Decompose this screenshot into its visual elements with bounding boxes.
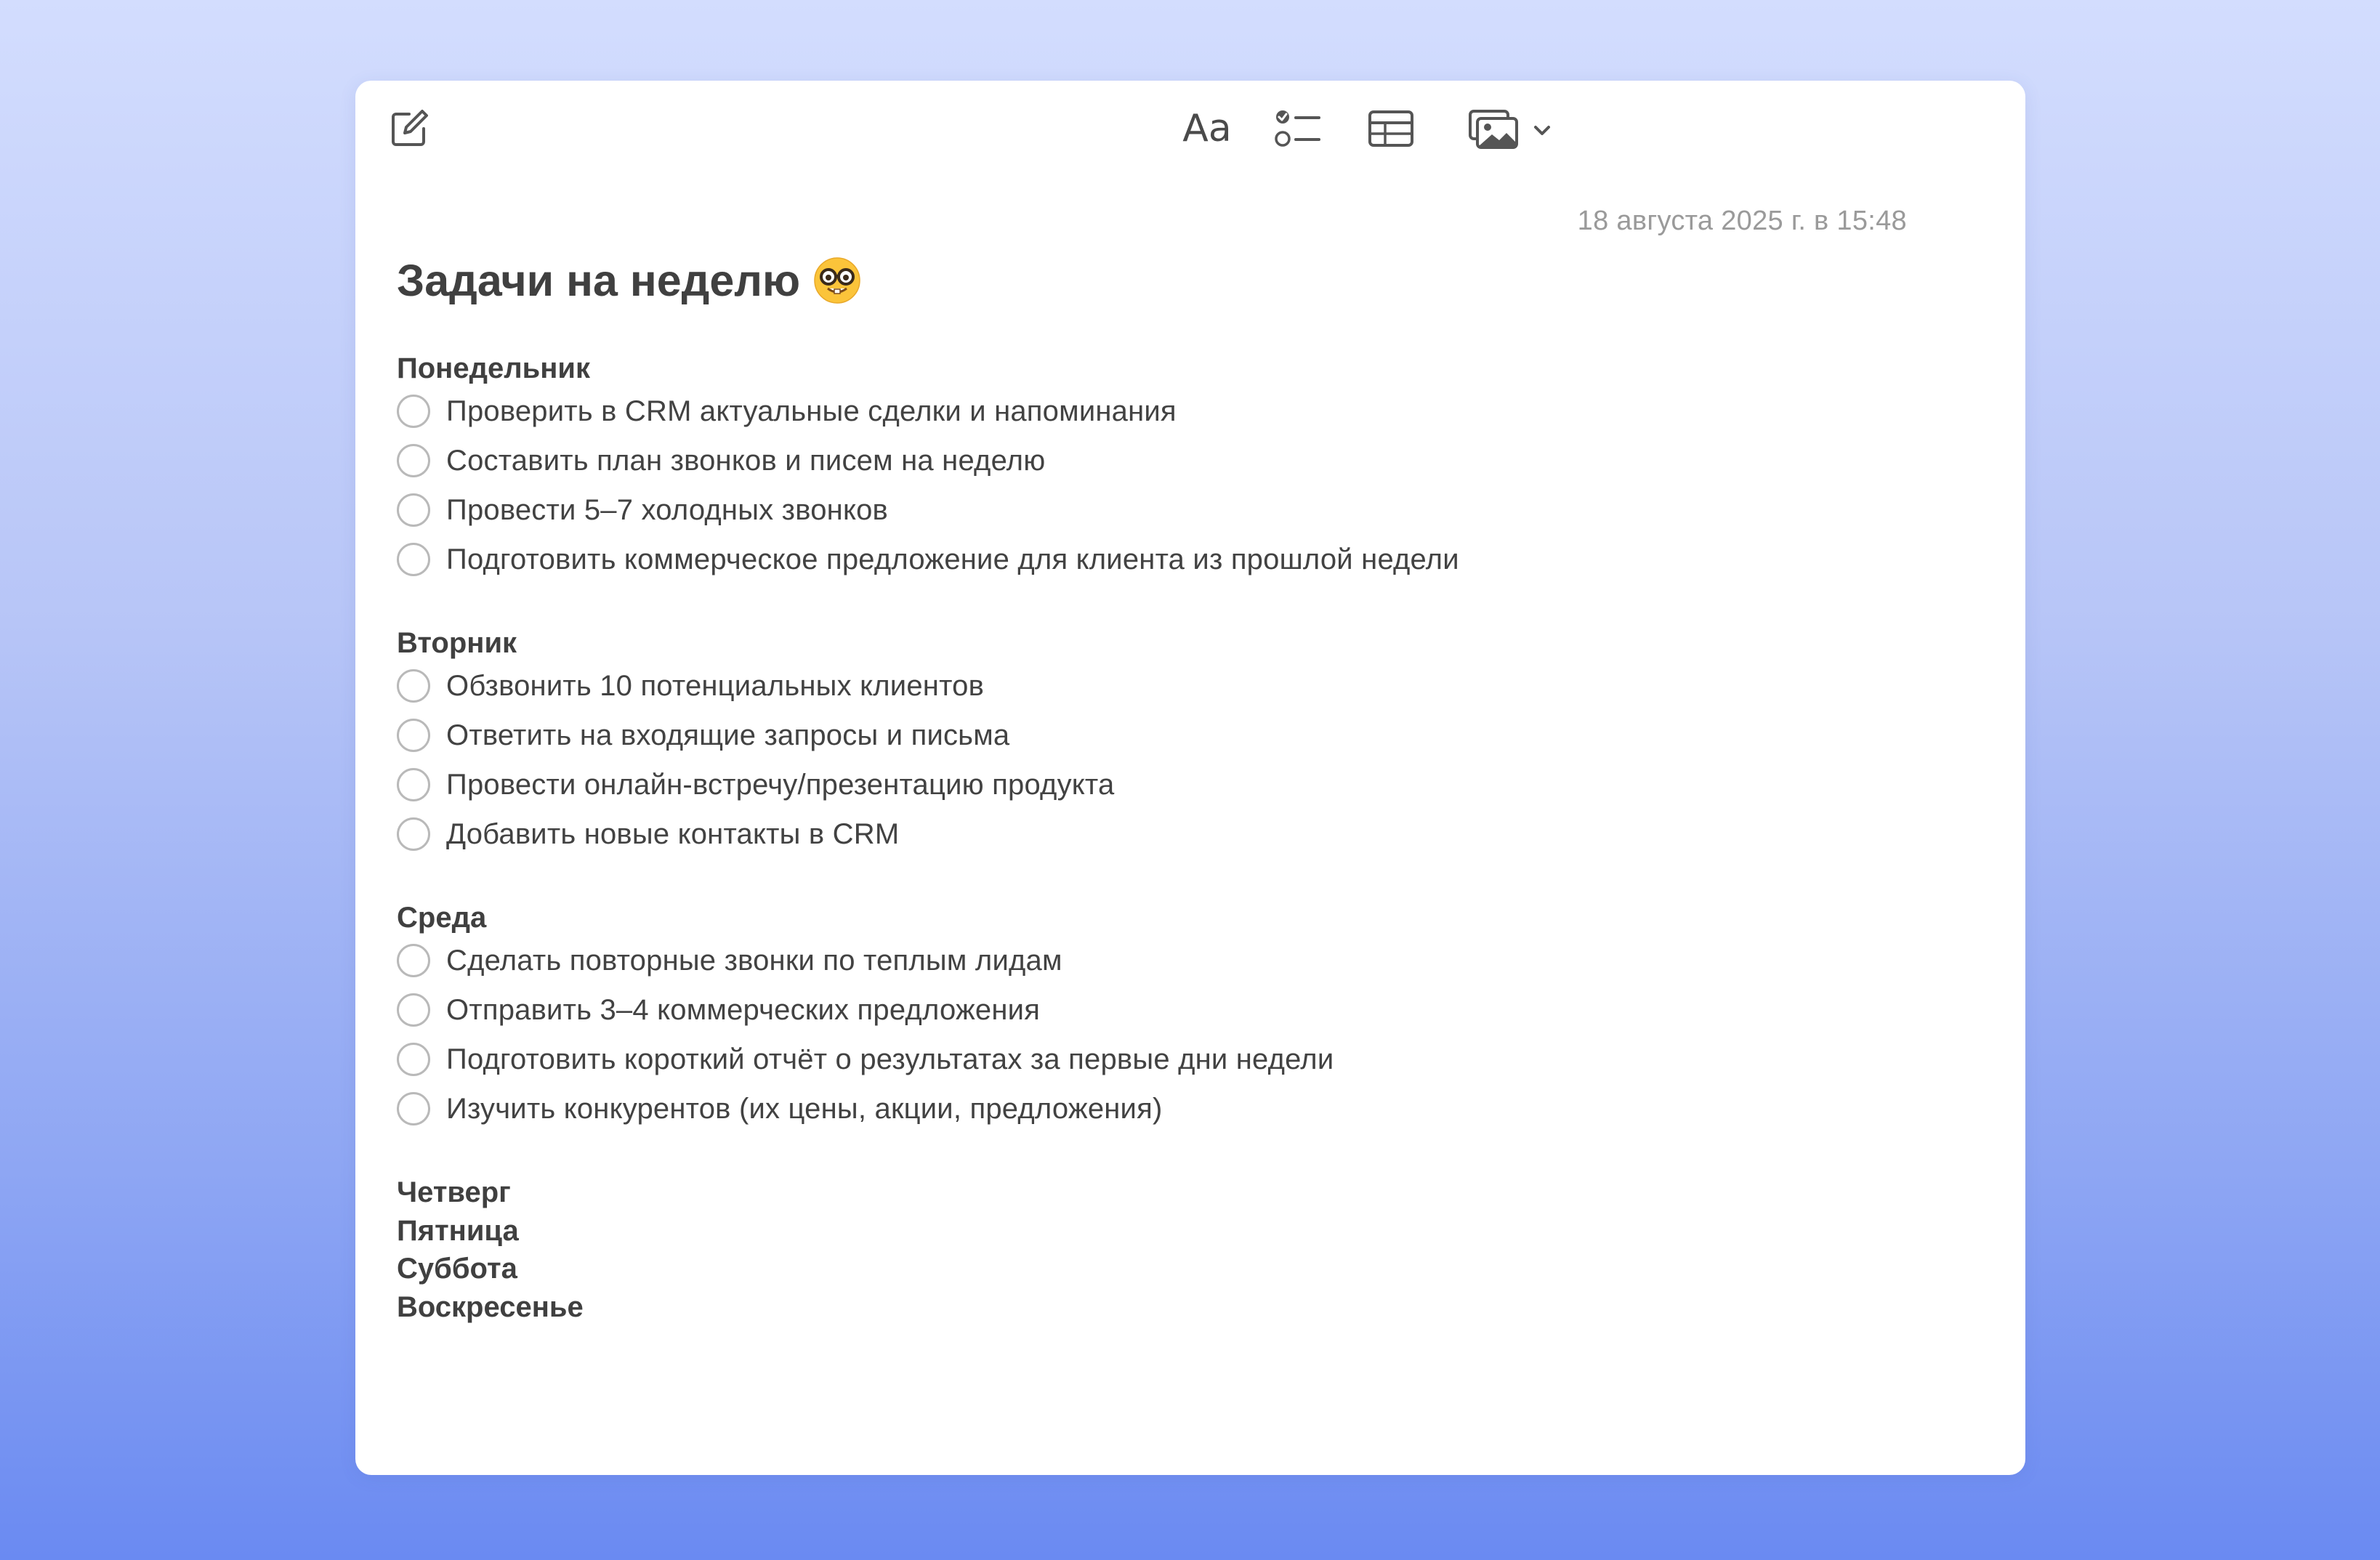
day-heading-sunday[interactable]: Воскресенье	[397, 1288, 584, 1326]
checkbox[interactable]	[397, 719, 430, 752]
checkbox[interactable]	[397, 395, 430, 428]
checkbox[interactable]	[397, 817, 430, 851]
task-text: Сделать повторные звонки по теплым лидам	[446, 944, 1062, 977]
checkbox[interactable]	[397, 1092, 430, 1125]
note-window: Aa 18 августа 2025 г. в 15:48 Задачи на …	[355, 81, 2025, 1475]
checkbox[interactable]	[397, 993, 430, 1027]
checkbox[interactable]	[397, 669, 430, 703]
note-title[interactable]: Задачи на неделю	[397, 255, 861, 306]
day-heading-wednesday[interactable]: Среда	[397, 899, 486, 937]
task-text: Провести 5–7 холодных звонков	[446, 493, 889, 526]
media-button[interactable]	[1467, 105, 1559, 152]
checkbox[interactable]	[397, 1043, 430, 1076]
nerd-face-emoji-icon	[813, 256, 861, 304]
checklist-item[interactable]: Провести онлайн-встречу/презентацию прод…	[397, 760, 1114, 809]
checklist-item[interactable]: Ответить на входящие запросы и письма	[397, 711, 1009, 760]
task-text: Проверить в CRM актуальные сделки и напо…	[446, 395, 1177, 427]
checklist-item[interactable]: Проверить в CRM актуальные сделки и напо…	[397, 387, 1177, 436]
task-text: Провести онлайн-встречу/презентацию прод…	[446, 768, 1115, 801]
checklist-item[interactable]: Подготовить короткий отчёт о результатах…	[397, 1035, 1334, 1084]
checkbox[interactable]	[397, 944, 430, 977]
task-text: Ответить на входящие запросы и письма	[446, 719, 1010, 751]
day-heading-tuesday[interactable]: Вторник	[397, 624, 517, 662]
format-text-button[interactable]: Aa	[1178, 105, 1236, 152]
checklist-item[interactable]: Сделать повторные звонки по теплым лидам	[397, 936, 1062, 985]
task-text: Отправить 3–4 коммерческих предложения	[446, 993, 1041, 1026]
note-timestamp: 18 августа 2025 г. в 15:48	[1577, 206, 1907, 236]
checklist-icon[interactable]	[1272, 105, 1323, 152]
day-heading-monday[interactable]: Понедельник	[397, 349, 590, 387]
checkbox[interactable]	[397, 444, 430, 477]
table-icon[interactable]	[1366, 105, 1416, 152]
checklist-item[interactable]: Составить план звонков и писем на неделю	[397, 436, 1045, 485]
day-heading-friday[interactable]: Пятница	[397, 1212, 519, 1250]
task-text: Обзвонить 10 потенциальных клиентов	[446, 669, 985, 702]
checkbox[interactable]	[397, 768, 430, 801]
day-heading-thursday[interactable]: Четверг	[397, 1173, 511, 1211]
task-text: Подготовить коммерческое предложение для…	[446, 543, 1459, 575]
checklist-item[interactable]: Подготовить коммерческое предложение для…	[397, 535, 1459, 584]
checklist-item[interactable]: Провести 5–7 холодных звонков	[397, 485, 888, 535]
checklist-item[interactable]: Изучить конкурентов (их цены, акции, пре…	[397, 1084, 1162, 1133]
task-text: Подготовить короткий отчёт о результатах…	[446, 1043, 1334, 1075]
task-text: Составить план звонков и писем на неделю	[446, 444, 1046, 477]
checklist-item[interactable]: Добавить новые контакты в CRM	[397, 809, 899, 859]
checkbox[interactable]	[397, 493, 430, 527]
task-text: Изучить конкурентов (их цены, акции, пре…	[446, 1092, 1163, 1125]
checklist-item[interactable]: Отправить 3–4 коммерческих предложения	[397, 985, 1040, 1035]
note-title-text: Задачи на неделю	[397, 256, 801, 305]
checkbox[interactable]	[397, 543, 430, 576]
media-icon	[1469, 110, 1518, 149]
format-text-label: Aa	[1182, 107, 1232, 150]
task-text: Добавить новые контакты в CRM	[446, 817, 900, 850]
checklist-item[interactable]: Обзвонить 10 потенциальных клиентов	[397, 661, 984, 711]
chevron-down-icon	[1534, 126, 1550, 135]
compose-icon[interactable]	[386, 105, 432, 152]
day-heading-saturday[interactable]: Суббота	[397, 1250, 517, 1288]
